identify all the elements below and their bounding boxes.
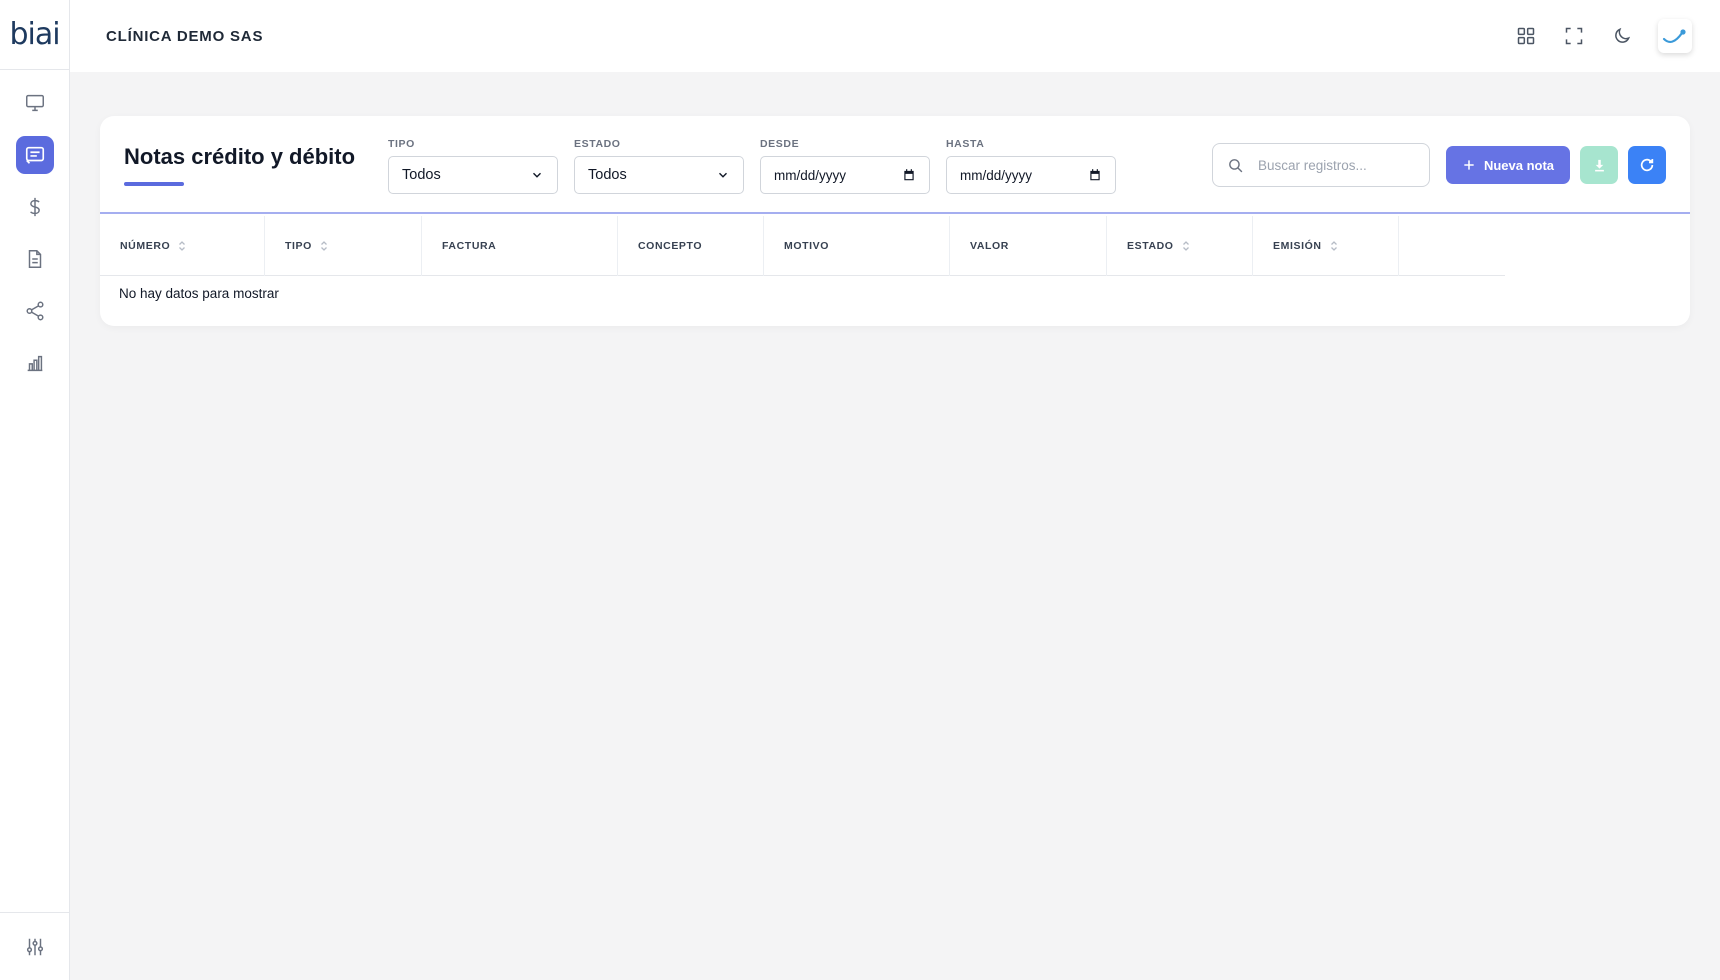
column-label: FACTURA	[442, 240, 497, 252]
column-header-tipo[interactable]: TIPO	[265, 216, 422, 276]
fullscreen-icon	[1565, 27, 1583, 45]
filter-hasta-label: HASTA	[946, 138, 985, 150]
calendar-icon	[1090, 169, 1100, 181]
column-header-emision[interactable]: EMISIÓN	[1253, 216, 1399, 276]
filter-desde: DESDE mm/dd/yyyy	[760, 138, 930, 194]
sort-icon	[1330, 240, 1338, 252]
column-label: TIPO	[285, 240, 312, 252]
theme-toggle-button[interactable]	[1610, 24, 1634, 48]
hasta-date-input[interactable]: mm/dd/yyyy	[946, 156, 1116, 194]
grid-icon	[1517, 27, 1535, 45]
column-header-motivo: MOTIVO	[764, 216, 950, 276]
apps-button[interactable]	[1514, 24, 1538, 48]
top-actions	[1514, 19, 1692, 53]
tipo-select[interactable]: Todos	[388, 156, 558, 194]
new-note-button[interactable]: Nueva nota	[1446, 146, 1570, 184]
column-label: EMISIÓN	[1273, 240, 1322, 252]
refresh-icon	[1640, 158, 1654, 172]
sidebar-item-documents[interactable]	[16, 240, 54, 278]
search-box	[1212, 143, 1430, 187]
share-icon	[25, 301, 44, 321]
document-icon	[28, 250, 41, 268]
desde-date-value: mm/dd/yyyy	[774, 167, 847, 183]
download-button[interactable]	[1580, 146, 1618, 184]
message-list-icon	[25, 146, 44, 164]
monitor-icon	[25, 94, 44, 112]
sidebar: biai	[0, 0, 70, 980]
bar-chart-icon	[27, 355, 42, 372]
search-input[interactable]	[1258, 157, 1408, 173]
swoosh-logo-icon	[1662, 29, 1686, 44]
filter-tipo-label: TIPO	[388, 138, 415, 150]
column-header-valor: VALOR	[950, 216, 1107, 276]
sidebar-nav	[0, 70, 69, 382]
sidebar-item-reports[interactable]	[16, 344, 54, 382]
filter-desde-label: DESDE	[760, 138, 800, 150]
column-label: VALOR	[970, 240, 1009, 252]
new-note-label: Nueva nota	[1483, 157, 1555, 173]
logo-text: biai	[9, 17, 60, 52]
sort-icon	[1182, 240, 1190, 252]
page-title: Notas crédito y débito	[124, 144, 356, 169]
title-underline	[124, 182, 184, 186]
sidebar-item-billing[interactable]	[16, 188, 54, 226]
fullscreen-button[interactable]	[1562, 24, 1586, 48]
card-header: Notas crédito y débito TIPO Todos ESTADO…	[100, 116, 1690, 214]
notes-card: Notas crédito y débito TIPO Todos ESTADO…	[100, 116, 1690, 326]
topbar: CLÍNICA DEMO SAS	[70, 0, 1720, 72]
sidebar-item-notes[interactable]	[15, 136, 54, 174]
search-icon	[1229, 158, 1243, 172]
chevron-down-icon	[533, 172, 541, 178]
hasta-date-value: mm/dd/yyyy	[960, 167, 1033, 183]
sort-icon	[320, 240, 328, 252]
empty-table-message: No hay datos para mostrar	[119, 286, 279, 301]
sliders-icon	[26, 938, 43, 955]
column-header-estado[interactable]: ESTADO	[1107, 216, 1253, 276]
logo[interactable]: biai	[0, 0, 69, 70]
filter-tipo: TIPO Todos	[388, 138, 558, 194]
sidebar-item-share[interactable]	[16, 292, 54, 330]
column-label: ESTADO	[1127, 240, 1174, 252]
table-header: NÚMERO TIPO FACTURA CONCEPTO MOTIVO VALO…	[100, 216, 1505, 276]
tipo-select-value: Todos	[402, 167, 441, 183]
estado-select-value: Todos	[588, 167, 627, 183]
download-icon	[1594, 159, 1604, 171]
estado-select[interactable]: Todos	[574, 156, 744, 194]
filter-estado-label: ESTADO	[574, 138, 621, 150]
desde-date-input[interactable]: mm/dd/yyyy	[760, 156, 930, 194]
moon-icon	[1615, 27, 1631, 43]
column-header-actions	[1399, 216, 1505, 276]
column-header-factura: FACTURA	[422, 216, 618, 276]
column-header-concepto: CONCEPTO	[618, 216, 764, 276]
chevron-down-icon	[719, 172, 727, 178]
column-label: MOTIVO	[784, 240, 830, 252]
refresh-button[interactable]	[1628, 146, 1666, 184]
filter-hasta: HASTA mm/dd/yyyy	[946, 138, 1116, 194]
plus-icon	[1464, 160, 1474, 170]
settings-button[interactable]	[0, 912, 69, 980]
sort-icon	[178, 240, 186, 252]
filter-estado: ESTADO Todos	[574, 138, 744, 194]
column-label: CONCEPTO	[638, 240, 703, 252]
company-name: CLÍNICA DEMO SAS	[106, 27, 264, 45]
dollar-icon	[29, 197, 40, 217]
sidebar-item-dashboard[interactable]	[16, 84, 54, 122]
calendar-icon	[904, 169, 914, 181]
column-header-numero[interactable]: NÚMERO	[100, 216, 265, 276]
avatar[interactable]	[1658, 19, 1692, 53]
column-label: NÚMERO	[120, 240, 171, 252]
